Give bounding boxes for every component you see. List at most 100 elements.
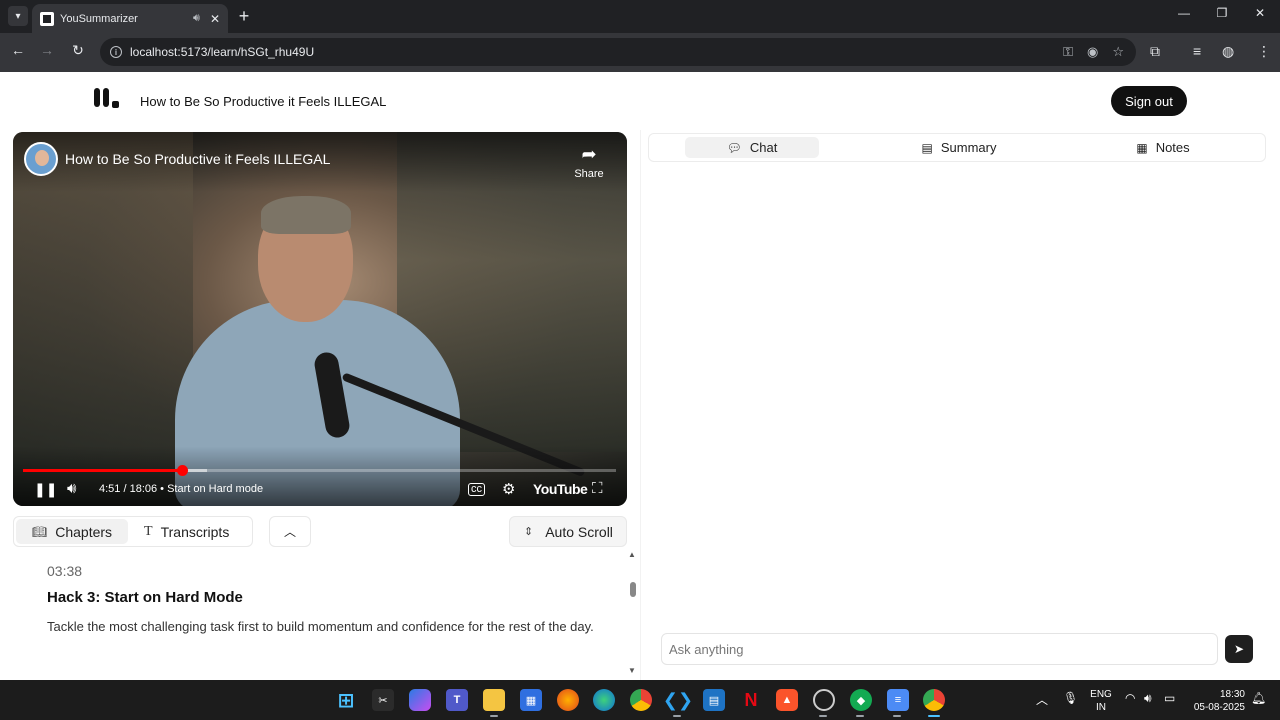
speaker-icon[interactable]: 🔊︎ bbox=[1144, 691, 1152, 706]
volume-icon[interactable]: 🔊︎ bbox=[67, 480, 76, 497]
collapse-button[interactable]: ︿ bbox=[269, 516, 311, 547]
settings-gear-icon[interactable]: ⚙ bbox=[502, 480, 515, 498]
summary-icon: ▤ bbox=[921, 140, 933, 155]
microphone-icon[interactable]: 🎙︎ bbox=[1063, 691, 1078, 705]
chrome-icon[interactable] bbox=[630, 689, 652, 711]
bookmark-star-icon[interactable]: ☆ bbox=[1112, 44, 1124, 60]
chapter-title: Hack 3: Start on Hard Mode bbox=[47, 589, 243, 606]
back-icon[interactable]: ← bbox=[8, 42, 28, 58]
tab-transcripts[interactable]: T Transcripts bbox=[128, 519, 245, 544]
share-label: Share bbox=[574, 168, 604, 180]
app-running-indicator bbox=[893, 715, 901, 717]
vscode-icon[interactable]: ❮❯ bbox=[663, 689, 693, 711]
fullscreen-icon[interactable]: ⛶ bbox=[592, 480, 603, 497]
notepad-icon[interactable]: ≡ bbox=[887, 689, 909, 711]
scroll-up-arrow-icon[interactable]: ▲ bbox=[628, 550, 636, 559]
share-button[interactable]: ➦ Share bbox=[571, 144, 607, 182]
logo-icon[interactable] bbox=[94, 88, 120, 112]
firefox-icon[interactable] bbox=[557, 689, 579, 711]
tab-label: Notes bbox=[1155, 140, 1190, 155]
windows-start-icon[interactable]: ⊞ bbox=[335, 689, 357, 712]
video-time-chapter: 4:51 / 18:06 • Start on Hard mode bbox=[99, 483, 264, 495]
tab-chat[interactable]: 💬︎ Chat bbox=[685, 137, 819, 158]
notifications-bell-icon[interactable]: 🔔︎ bbox=[1251, 691, 1266, 705]
address-bar[interactable]: i localhost:5173/learn/hSGt_rhu49U ⚿ ◉ ☆ bbox=[100, 38, 1136, 66]
send-button[interactable]: ➤ bbox=[1225, 635, 1253, 663]
clock-date: 05-08-2025 bbox=[1193, 702, 1245, 713]
snipping-tool-icon[interactable]: ✂ bbox=[372, 689, 394, 711]
tab-bar: ▾ YouSummarizer 🔊︎ ✕ + — ❐ ✕ bbox=[0, 0, 1280, 33]
forward-icon[interactable]: → bbox=[37, 42, 57, 58]
lang-region: IN bbox=[1096, 702, 1106, 713]
panel-tabs: 💬︎ Chat ▤ Summary ▦ Notes bbox=[648, 133, 1266, 162]
chrome-active-icon[interactable] bbox=[923, 689, 945, 711]
video-shade bbox=[13, 446, 627, 506]
file-explorer-icon[interactable] bbox=[483, 689, 505, 711]
minimize-icon[interactable]: — bbox=[1174, 6, 1194, 20]
progress-scrubber[interactable] bbox=[176, 465, 188, 476]
tab-search-icon[interactable]: ▾ bbox=[8, 6, 28, 26]
youtube-logo[interactable]: YouTube bbox=[533, 481, 588, 497]
scrollbar-thumb[interactable] bbox=[630, 582, 636, 597]
brave-icon[interactable]: ▲ bbox=[776, 689, 798, 711]
scroll-down-arrow-icon[interactable]: ▼ bbox=[628, 666, 636, 675]
app-running-indicator bbox=[673, 715, 681, 717]
copilot-icon[interactable] bbox=[409, 689, 431, 711]
app-running-indicator bbox=[856, 715, 864, 717]
video-title[interactable]: How to Be So Productive it Feels ILLEGAL bbox=[65, 151, 330, 167]
pause-icon[interactable]: ❚❚ bbox=[34, 481, 57, 498]
audio-icon[interactable]: 🔊︎ bbox=[193, 12, 200, 25]
site-info-icon[interactable]: i bbox=[110, 46, 122, 58]
captions-icon[interactable]: cc bbox=[468, 483, 485, 496]
tab-summary[interactable]: ▤ Summary bbox=[889, 137, 1029, 158]
close-tab-icon[interactable]: ✕ bbox=[210, 12, 220, 26]
reload-icon[interactable]: ↻ bbox=[68, 42, 88, 59]
browser-tab[interactable]: YouSummarizer 🔊︎ ✕ bbox=[32, 4, 228, 33]
book-icon: 📖︎ bbox=[32, 524, 48, 539]
video-frame-person bbox=[261, 196, 351, 234]
video-player[interactable] bbox=[13, 132, 627, 506]
sign-out-button[interactable]: Sign out bbox=[1111, 86, 1187, 116]
store-icon[interactable]: ▦ bbox=[520, 689, 542, 711]
new-tab-icon[interactable]: + bbox=[236, 6, 252, 26]
video-progress-bar[interactable] bbox=[23, 465, 616, 476]
chat-input[interactable] bbox=[661, 633, 1218, 665]
menu-icon[interactable]: ⋮ bbox=[1257, 43, 1271, 60]
close-window-icon[interactable]: ✕ bbox=[1250, 6, 1270, 20]
auto-scroll-label: Auto Scroll bbox=[545, 523, 613, 540]
mongodb-icon[interactable]: ◆ bbox=[850, 689, 872, 711]
teams-icon[interactable]: T bbox=[446, 689, 468, 711]
eye-off-icon[interactable]: ◉ bbox=[1087, 44, 1098, 60]
tab-label: Summary bbox=[940, 140, 997, 155]
chapter-timestamp[interactable]: 03:38 bbox=[47, 563, 607, 579]
battery-icon[interactable]: ▭ bbox=[1164, 691, 1175, 705]
chapter-item[interactable]: 03:38 Hack 3: Start on Hard Mode Tackle … bbox=[47, 563, 607, 638]
language-indicator[interactable]: ENG IN bbox=[1090, 688, 1112, 714]
tab-chapters[interactable]: 📖︎ Chapters bbox=[16, 519, 129, 544]
app-running-indicator bbox=[819, 715, 827, 717]
github-desktop-icon[interactable] bbox=[813, 689, 835, 711]
key-icon[interactable]: ⚿ bbox=[1063, 44, 1073, 60]
profile-icon[interactable]: ◍ bbox=[1222, 43, 1234, 60]
auto-scroll-button[interactable]: ⇕ Auto Scroll bbox=[509, 516, 627, 547]
app-running-indicator bbox=[490, 715, 498, 717]
edge-icon[interactable] bbox=[593, 689, 615, 711]
share-icon: ➦ bbox=[581, 144, 597, 164]
tray-chevron-icon[interactable]: ︿ bbox=[1036, 691, 1048, 708]
tab-title: YouSummarizer bbox=[60, 12, 138, 25]
chapter-description: Tackle the most challenging task first t… bbox=[47, 619, 594, 634]
extensions-icon[interactable]: ⧉ bbox=[1150, 43, 1160, 60]
up-down-chevron-icon: ⇕ bbox=[524, 526, 534, 538]
browser-toolbar: ← → ↻ i localhost:5173/learn/hSGt_rhu49U… bbox=[0, 33, 1280, 72]
tab-notes[interactable]: ▦ Notes bbox=[1104, 137, 1222, 158]
netflix-icon[interactable]: N bbox=[740, 689, 762, 711]
favicon-icon bbox=[40, 11, 54, 26]
media-control-icon[interactable]: ≡ bbox=[1193, 43, 1201, 59]
tab-label: Chapters bbox=[55, 523, 113, 540]
system-clock[interactable]: 18:30 05-08-2025 bbox=[1190, 688, 1245, 714]
wifi-icon[interactable]: ◠ bbox=[1125, 691, 1135, 705]
chat-panel bbox=[640, 130, 1280, 680]
calculator-icon[interactable]: ▤ bbox=[703, 689, 725, 711]
channel-avatar[interactable] bbox=[24, 142, 58, 176]
restore-icon[interactable]: ❐ bbox=[1212, 6, 1232, 20]
